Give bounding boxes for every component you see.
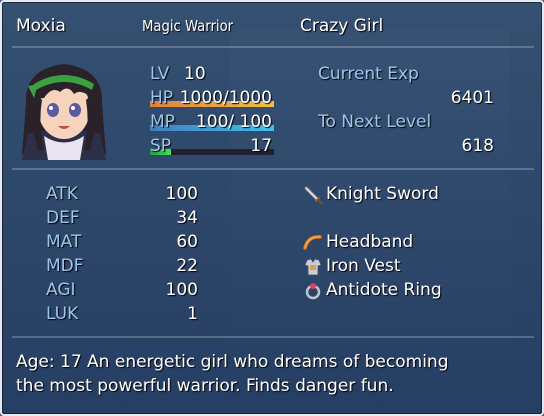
hp-value: 1000/1000 [179,88,272,108]
sword-icon [304,186,323,205]
current-exp-label: Current Exp [318,64,419,84]
current-exp-value: 6401 [450,88,494,108]
status-window: Moxia Magic Warrior Crazy Girl LV 10 HP … [0,0,544,416]
equip-weapon: Knight Sword [326,184,439,204]
next-level-label: To Next Level [318,112,432,132]
equip-accessory: Antidote Ring [326,280,442,300]
divider-middle [12,168,534,170]
param-value-luk: 1 [187,304,198,324]
lv-value: 10 [184,64,206,84]
param-value-atk: 100 [165,184,198,204]
actor-nickname: Crazy Girl [300,16,384,36]
divider-top [12,46,534,48]
param-label-atk: ATK [46,184,78,204]
param-value-agi: 100 [165,280,198,300]
param-label-mat: MAT [46,232,82,252]
param-value-mdf: 22 [176,256,198,276]
actor-class: Magic Warrior [142,17,234,35]
profile-line-1: Age: 17 An energetic girl who dreams of … [16,352,449,372]
param-label-mdf: MDF [46,256,84,276]
equip-head: Headband [326,232,414,252]
param-label-def: DEF [46,208,80,228]
equip-body: Iron Vest [326,256,401,276]
sp-label: SP [150,136,172,156]
actor-name: Moxia [16,16,66,36]
param-label-agi: AGI [46,280,76,300]
lv-label: LV [150,64,170,84]
actor-face-portrait [22,64,106,160]
param-value-mat: 60 [176,232,198,252]
hp-label: HP [150,88,174,108]
ring-icon [305,283,321,300]
sp-value: 17 [250,136,272,156]
headband-icon [303,235,322,250]
divider-bottom [12,336,534,338]
param-value-def: 34 [176,208,198,228]
param-label-luk: LUK [46,304,79,324]
armor-icon [304,258,322,276]
profile-line-2: the most powerful warrior. Finds danger … [16,376,394,396]
mp-value: 100/ 100 [195,112,272,132]
next-level-value: 618 [461,136,494,156]
